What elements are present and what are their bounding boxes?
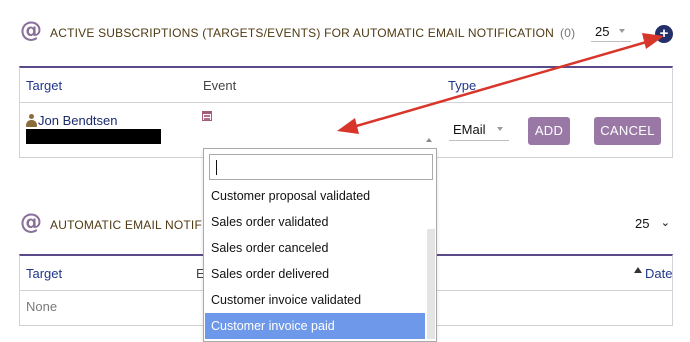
calendar-icon [202, 111, 212, 121]
event-option[interactable]: Customer invoice validated [205, 287, 425, 313]
caret-down-icon [497, 127, 503, 131]
column-header-event: Event [203, 78, 237, 93]
section-title-text: ACTIVE SUBSCRIPTIONS (TARGETS/EVENTS) FO… [50, 26, 555, 40]
plus-circle-icon[interactable]: + [655, 25, 673, 43]
at-icon: @ [20, 210, 42, 235]
page-size-value-2: 25 [635, 216, 650, 231]
page-size-value: 25 [595, 24, 610, 39]
empty-table-text: None [26, 299, 58, 314]
event-option[interactable]: Sales order canceled [205, 235, 425, 261]
target-user-link[interactable]: Jon Bendtsen [38, 113, 118, 128]
type-value: EMail [453, 122, 486, 137]
column-header-type: Type [448, 78, 477, 93]
dropdown-scrollbar[interactable] [427, 229, 435, 339]
column-header-target: Target [26, 78, 63, 93]
chevron-down-icon: ⌄ [660, 216, 670, 229]
sort-ascending-icon [634, 267, 642, 273]
user-icon [26, 114, 37, 127]
event-search-input[interactable] [209, 154, 433, 180]
page-size-select-2[interactable]: 25 ⌄ [621, 216, 671, 234]
caret-down-icon [619, 29, 625, 33]
redacted-email [26, 129, 161, 144]
subscriptions-table: Target Event Type [19, 66, 673, 158]
automatic-notifications-title: AUTOMATIC EMAIL NOTIFIC [50, 218, 215, 232]
page-size-select[interactable]: 25 [591, 24, 631, 42]
event-dropdown: Customer proposal validated Sales order … [203, 148, 437, 342]
notification-type-select[interactable]: EMail [449, 122, 509, 141]
active-subscriptions-title: ACTIVE SUBSCRIPTIONS (TARGETS/EVENTS) FO… [50, 26, 575, 40]
subscription-count: (0) [560, 26, 576, 40]
column-header-target-2[interactable]: Target [26, 266, 62, 281]
event-option[interactable]: Customer proposal validated [205, 183, 425, 209]
event-option[interactable]: Sales order delivered [205, 261, 425, 287]
table-header-row: Target Event Type [20, 68, 672, 103]
event-option[interactable]: Sales order validated [205, 209, 425, 235]
cancel-button[interactable]: CANCEL [594, 117, 661, 145]
caret-up-icon[interactable] [426, 138, 432, 142]
text-cursor [216, 160, 217, 175]
column-header-date[interactable]: Date [645, 266, 672, 281]
add-button[interactable]: ADD [528, 117, 570, 145]
at-icon: @ [20, 18, 42, 43]
event-option-highlighted[interactable]: Customer invoice paid [205, 313, 425, 339]
